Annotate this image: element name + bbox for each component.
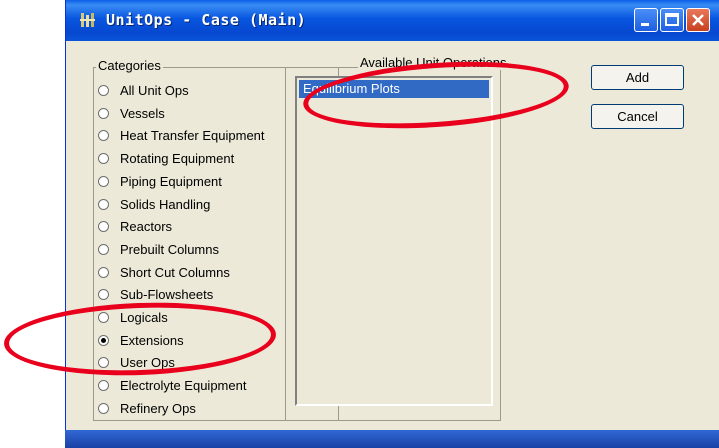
category-radio-all-unit-ops[interactable]: All Unit Ops bbox=[98, 80, 189, 100]
radio-button-icon[interactable] bbox=[98, 198, 109, 210]
category-radio-rotating-equipment[interactable]: Rotating Equipment bbox=[98, 148, 234, 168]
close-button[interactable] bbox=[686, 8, 710, 32]
radio-button-icon[interactable] bbox=[98, 334, 109, 346]
radio-button-icon[interactable] bbox=[98, 175, 109, 187]
category-label: Logicals bbox=[120, 309, 168, 325]
category-radio-electrolyte-equipment[interactable]: Electrolyte Equipment bbox=[98, 375, 246, 395]
category-label: Electrolyte Equipment bbox=[120, 377, 247, 393]
radio-button-icon[interactable] bbox=[98, 220, 109, 232]
radio-button-icon[interactable] bbox=[98, 152, 109, 164]
cancel-button[interactable]: Cancel bbox=[591, 104, 684, 129]
category-label: Prebuilt Columns bbox=[120, 241, 219, 257]
cancel-button-label: Cancel bbox=[617, 109, 658, 124]
category-label: Refinery Ops bbox=[120, 400, 196, 416]
close-icon bbox=[692, 14, 704, 26]
title-bar[interactable]: UnitOps - Case (Main) bbox=[66, 0, 719, 41]
window-title: UnitOps - Case (Main) bbox=[106, 11, 307, 29]
categories-label: Categories bbox=[96, 58, 163, 73]
category-radio-vessels[interactable]: Vessels bbox=[98, 103, 165, 123]
category-radio-piping-equipment[interactable]: Piping Equipment bbox=[98, 171, 222, 191]
category-radio-sub-flowsheets[interactable]: Sub-Flowsheets bbox=[98, 284, 213, 304]
radio-button-icon[interactable] bbox=[98, 288, 109, 300]
available-label: Available Unit Operations bbox=[358, 55, 509, 70]
category-label: Heat Transfer Equipment bbox=[120, 127, 265, 143]
radio-button-icon[interactable] bbox=[98, 243, 109, 255]
category-radio-solids-handling[interactable]: Solids Handling bbox=[98, 194, 210, 214]
category-label: All Unit Ops bbox=[120, 82, 189, 98]
radio-button-icon[interactable] bbox=[98, 379, 109, 391]
radio-button-icon[interactable] bbox=[98, 84, 109, 96]
category-label: Rotating Equipment bbox=[120, 150, 235, 166]
maximize-icon bbox=[665, 13, 679, 26]
taskbar bbox=[65, 430, 719, 448]
list-item-equilibrium-plots[interactable]: Equilibrium Plots bbox=[299, 80, 489, 98]
radio-button-icon[interactable] bbox=[98, 402, 109, 414]
category-label: User Ops bbox=[120, 354, 175, 370]
category-radio-logicals[interactable]: Logicals bbox=[98, 307, 168, 327]
category-radio-prebuilt-columns[interactable]: Prebuilt Columns bbox=[98, 239, 219, 259]
category-label: Extensions bbox=[120, 332, 184, 348]
maximize-button[interactable] bbox=[660, 8, 684, 32]
radio-button-icon[interactable] bbox=[98, 356, 109, 368]
app-icon bbox=[80, 13, 95, 27]
category-label: Reactors bbox=[120, 218, 173, 234]
category-radio-short-cut-columns[interactable]: Short Cut Columns bbox=[98, 262, 230, 282]
add-button[interactable]: Add bbox=[591, 65, 684, 90]
category-radio-refinery-ops[interactable]: Refinery Ops bbox=[98, 398, 196, 418]
category-radio-reactors[interactable]: Reactors bbox=[98, 216, 172, 236]
radio-button-icon[interactable] bbox=[98, 266, 109, 278]
minimize-button[interactable] bbox=[634, 8, 658, 32]
radio-button-icon[interactable] bbox=[98, 129, 109, 141]
category-label: Piping Equipment bbox=[120, 173, 222, 189]
category-radio-heat-transfer-equipment[interactable]: Heat Transfer Equipment bbox=[98, 125, 265, 145]
add-button-label: Add bbox=[625, 70, 650, 85]
category-radio-user-ops[interactable]: User Ops bbox=[98, 352, 175, 372]
category-radio-extensions[interactable]: Extensions bbox=[98, 330, 184, 350]
category-label: Vessels bbox=[120, 105, 165, 121]
radio-button-icon[interactable] bbox=[98, 311, 109, 323]
minimize-icon bbox=[641, 23, 649, 26]
category-label: Solids Handling bbox=[120, 196, 211, 212]
radio-button-icon[interactable] bbox=[98, 107, 109, 119]
available-listbox[interactable]: Equilibrium Plots bbox=[295, 76, 493, 406]
category-label: Sub-Flowsheets bbox=[120, 286, 214, 302]
category-label: Short Cut Columns bbox=[120, 264, 230, 280]
